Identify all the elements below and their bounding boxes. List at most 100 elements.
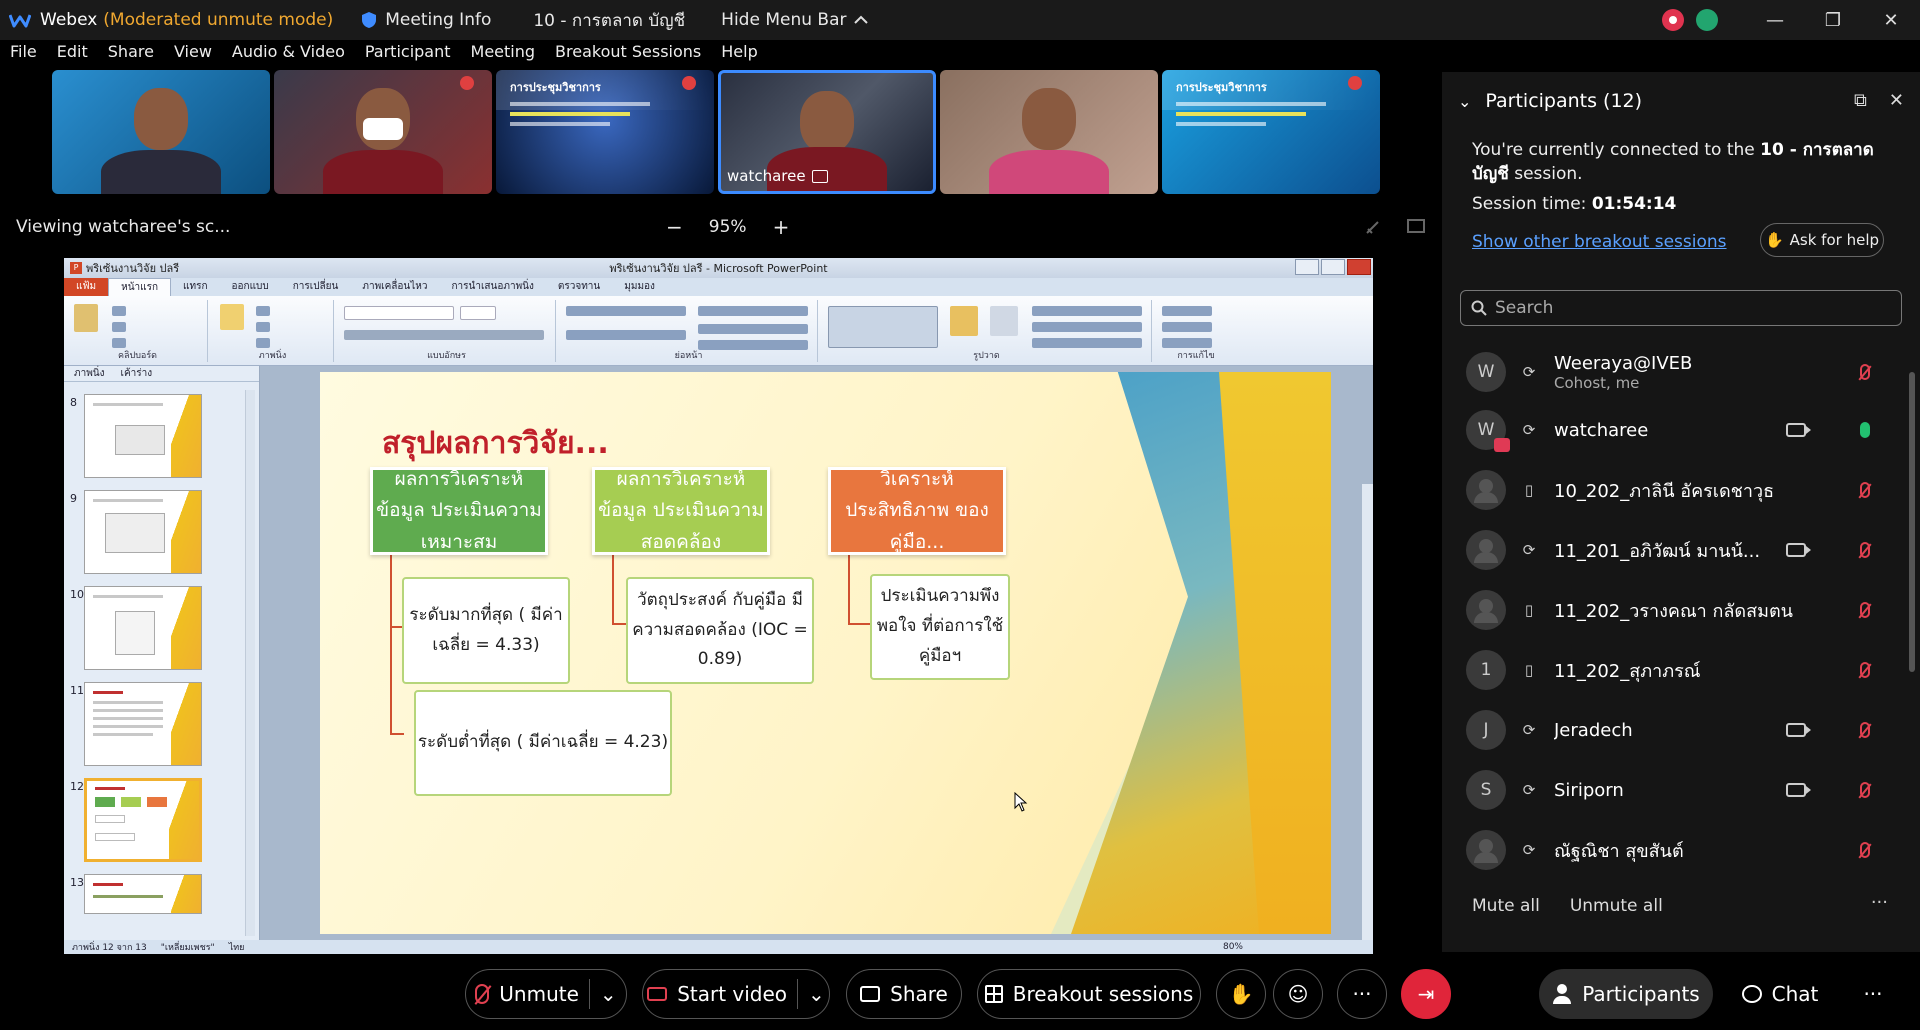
participant-row[interactable]: J ⟳ Jeradech [1466, 706, 1886, 754]
pop-out-share-icon[interactable] [1406, 218, 1426, 236]
more-options-button[interactable]: ··· [1337, 969, 1387, 1019]
powerpoint-workspace: ภาพนิ่ง เค้าร่าง 8 9 10 11 12 13 สรุปผลกา… [64, 366, 1373, 954]
meeting-info-button[interactable]: Meeting Info [361, 10, 491, 30]
mute-all-button[interactable]: Mute all [1472, 896, 1540, 916]
pp-tab: แฟ้ม [64, 278, 109, 296]
participants-header[interactable]: ⌄ Participants (12) [1458, 90, 1642, 112]
more-options-icon[interactable]: ··· [1871, 892, 1888, 913]
leave-meeting-button[interactable]: ⇥ [1401, 969, 1451, 1019]
show-other-breakout-link[interactable]: Show other breakout sessions [1472, 232, 1727, 252]
mic-muted-icon[interactable] [1860, 542, 1870, 558]
menu-audio-video[interactable]: Audio & Video [222, 42, 355, 68]
face-mask [363, 118, 403, 140]
pp-minimize [1295, 259, 1319, 275]
participant-name: 10_202_ภาลินี อัครเดชาวุธ [1554, 480, 1775, 502]
unmute-button[interactable]: Unmute ⌄ [465, 969, 627, 1019]
restore-button[interactable]: ❐ [1804, 0, 1862, 40]
unmute-all-button[interactable]: Unmute all [1570, 896, 1663, 916]
pp-slide-counter: ภาพนิ่ง 12 จาก 13 [72, 943, 147, 953]
phone-icon: ▯ [1524, 601, 1534, 619]
mic-muted-icon[interactable] [1860, 482, 1870, 498]
mic-muted-icon[interactable] [1860, 842, 1870, 858]
participants-button[interactable]: Participants [1539, 969, 1713, 1019]
menu-share[interactable]: Share [98, 42, 164, 68]
zoom-out-button[interactable]: − [666, 215, 683, 239]
avatar [1466, 470, 1506, 510]
network-stats-icon[interactable] [1696, 9, 1718, 31]
shared-screen[interactable]: P พริเซ้นงานวิจัย ปลรี พริเซ้นงานวิจัย ปล… [64, 258, 1373, 954]
powerpoint-tabs: แฟ้ม หน้าแรก แทรก ออกแบบ การเปลี่ยน ภาพเ… [64, 278, 1373, 296]
raise-hand-button[interactable]: ✋ [1216, 969, 1266, 1019]
menu-participant[interactable]: Participant [355, 42, 461, 68]
sync-icon: ⟳ [1522, 721, 1536, 739]
chevron-down-icon[interactable]: ⌄ [600, 982, 617, 1006]
slide-thumbnails-pane: ภาพนิ่ง เค้าร่าง 8 9 10 11 12 13 [64, 366, 260, 940]
menu-file[interactable]: File [0, 42, 47, 68]
participant-row[interactable]: ⟳ ณัฐณิชา สุขสันต์ [1466, 826, 1886, 874]
chevron-down-icon[interactable]: ⌄ [1458, 92, 1471, 111]
participant-role: Cohost, me [1554, 373, 1640, 392]
pp-tab: ออกแบบ [231, 281, 269, 292]
pp-tab: หน้าแรก [108, 278, 172, 296]
hide-menu-bar-button[interactable]: Hide Menu Bar [721, 10, 869, 30]
zoom-in-button[interactable]: + [773, 215, 790, 239]
video-tile[interactable] [52, 70, 270, 194]
slide-thumbnail [84, 490, 202, 574]
mic-muted-icon[interactable] [1860, 662, 1870, 678]
video-tile[interactable]: การประชุมวิชาการ [1162, 70, 1380, 194]
minimize-button[interactable]: — [1746, 0, 1804, 40]
menu-breakout-sessions[interactable]: Breakout Sessions [545, 42, 711, 68]
mic-muted-icon[interactable] [1860, 782, 1870, 798]
reactions-button[interactable]: ☺ [1273, 969, 1323, 1019]
mic-on-icon[interactable] [1860, 422, 1870, 438]
video-tile-active-speaker[interactable]: watcharee [718, 70, 936, 194]
slide-thumbnail [84, 682, 202, 766]
video-tile[interactable] [940, 70, 1158, 194]
menu-meeting[interactable]: Meeting [461, 42, 546, 68]
mic-muted-icon[interactable] [1860, 722, 1870, 738]
start-video-button[interactable]: Start video ⌄ [642, 969, 830, 1019]
participant-row[interactable]: W ⟳ watcharee [1466, 406, 1886, 454]
chat-button[interactable]: Chat [1730, 969, 1830, 1019]
detail-box-ioc: วัตถุประสงค์ กับคู่มือ มีความสอดคล้อง (I… [626, 577, 814, 684]
ask-for-help-button[interactable]: ✋ Ask for help [1760, 223, 1884, 257]
more-panels-button[interactable]: ··· [1848, 969, 1898, 1019]
participant-row[interactable]: ⟳ 11_201_อภิวัฒน์ มานน้... [1466, 526, 1886, 574]
menu-help[interactable]: Help [711, 42, 767, 68]
webex-logo-icon [8, 8, 32, 32]
meeting-info-label: Meeting Info [385, 10, 492, 30]
video-tile[interactable] [274, 70, 492, 194]
avatar: J [1466, 710, 1506, 750]
breakout-sessions-button[interactable]: Breakout sessions [977, 969, 1201, 1019]
participant-name: ณัฐณิชา สุขสันต์ [1554, 840, 1684, 862]
participants-scrollbar[interactable] [1908, 352, 1916, 774]
participant-row[interactable]: ▯ 11_202_วรางคณา กลัดสมตน [1466, 586, 1886, 634]
participant-row[interactable]: ▯ 10_202_ภาลินี อัครเดชาวุธ [1466, 466, 1886, 514]
mic-muted-icon[interactable] [1860, 602, 1870, 618]
menu-edit[interactable]: Edit [47, 42, 98, 68]
mouse-cursor-icon [1014, 792, 1028, 812]
participant-search-input[interactable]: Search [1460, 290, 1902, 326]
participant-row[interactable]: S ⟳ Siriporn [1466, 766, 1886, 814]
participant-name: watcharee [1554, 419, 1649, 441]
menu-view[interactable]: View [164, 42, 222, 68]
sync-icon: ⟳ [1522, 541, 1536, 559]
chevron-down-icon[interactable]: ⌄ [808, 982, 825, 1006]
mic-muted-icon[interactable] [1860, 364, 1870, 380]
video-tile[interactable]: การประชุมวิชาการ [496, 70, 714, 194]
zoom-controls: − 95% + [666, 215, 789, 239]
avatar: S [1466, 770, 1506, 810]
close-window-button[interactable]: ✕ [1862, 0, 1920, 40]
recording-icon[interactable] [1662, 9, 1684, 31]
close-icon[interactable]: ✕ [1889, 90, 1904, 111]
session-time: Session time: 01:54:14 [1472, 194, 1677, 214]
share-button[interactable]: Share [846, 969, 962, 1019]
annotate-icon[interactable] [1364, 217, 1384, 237]
pop-out-icon[interactable]: ⧉ [1854, 90, 1867, 111]
participant-row[interactable]: 1 ▯ 11_202_สุภาภรณ์ [1466, 646, 1886, 694]
participant-name: 11_202_วรางคณา กลัดสมตน [1554, 600, 1793, 622]
participant-name: Siriporn [1554, 779, 1624, 801]
slide-thumbnail-selected [84, 778, 202, 862]
video-on-icon [1786, 543, 1811, 557]
participant-row[interactable]: W ⟳ Weeraya@IVEB Cohost, me [1466, 348, 1886, 396]
